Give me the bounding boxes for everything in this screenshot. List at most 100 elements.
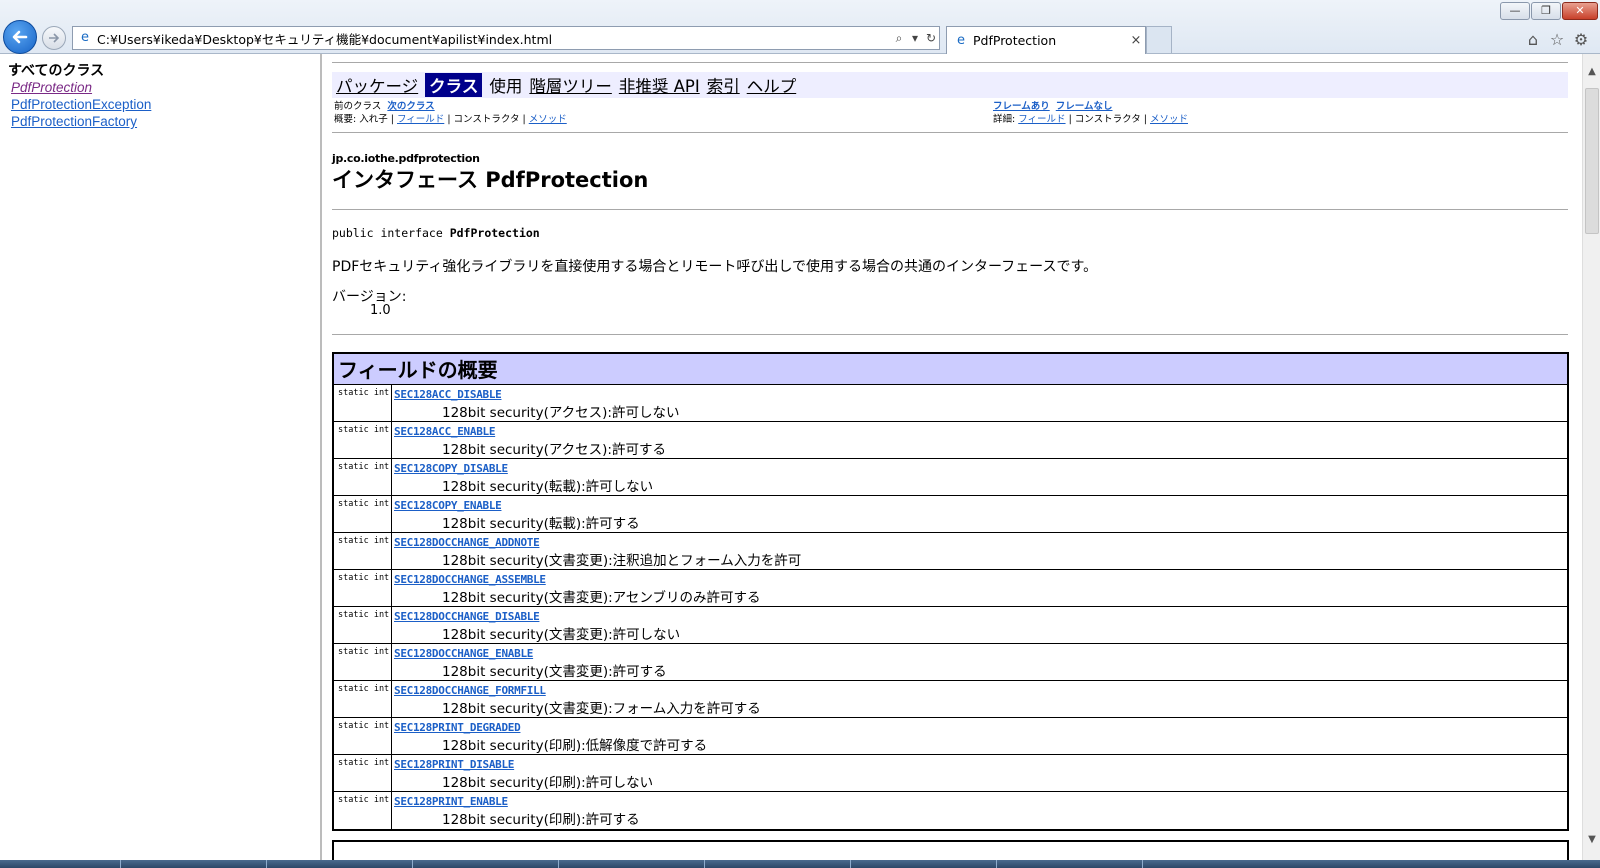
field-rows: static int SEC128ACC_DISABLE 128bit securi…	[334, 385, 1567, 829]
nav-class: クラス	[425, 73, 483, 97]
field-type: static int	[334, 681, 392, 717]
close-window-button[interactable]: ✕	[1562, 2, 1598, 20]
field-name-link[interactable]: SEC128DOCCHANGE_FORMFILL	[394, 684, 1565, 697]
field-name-link[interactable]: SEC128PRINT_DISABLE	[394, 758, 1565, 771]
field-name-link[interactable]: SEC128DOCCHANGE_ADDNOTE	[394, 536, 1565, 549]
table-row: static int SEC128DOCCHANGE_ENABLE 128bit s…	[334, 644, 1567, 681]
back-button[interactable]	[3, 20, 37, 54]
forward-button[interactable]	[42, 26, 66, 50]
summary-field-link[interactable]: フィールド	[397, 114, 444, 125]
scroll-down-icon[interactable]: ▼	[1583, 834, 1600, 845]
field-type: static int	[334, 496, 392, 532]
field-summary-table: フィールドの概要 static int SEC128ACC_DISABLE 128b…	[332, 352, 1569, 831]
table-row: static int SEC128COPY_DISABLE 128bit secur…	[334, 459, 1567, 496]
taskbar-button[interactable]	[120, 860, 266, 868]
scroll-thumb[interactable]	[1585, 88, 1599, 234]
field-name-link[interactable]: SEC128COPY_DISABLE	[394, 462, 1565, 475]
dropdown-icon[interactable]: ▾	[907, 31, 923, 45]
field-name-link[interactable]: SEC128PRINT_DEGRADED	[394, 721, 1565, 734]
summary-constructor: | コンストラクタ |	[447, 114, 526, 125]
nav-use: 使用	[489, 77, 523, 96]
refresh-icon[interactable]: ↻	[923, 31, 939, 45]
all-classes-heading: すべてのクラス	[8, 63, 105, 79]
arrow-left-icon	[12, 30, 28, 44]
field-description: 128bit security(文書変更):アセンブリのみ許可する	[442, 590, 761, 606]
field-name-link[interactable]: SEC128COPY_ENABLE	[394, 499, 1565, 512]
close-tab-icon[interactable]: ×	[1127, 33, 1145, 48]
table-row: static int SEC128ACC_ENABLE 128bit securit…	[334, 422, 1567, 459]
field-description: 128bit security(転載):許可する	[442, 516, 640, 532]
home-icon[interactable]: ⌂	[1524, 30, 1542, 49]
field-description: 128bit security(印刷):低解像度で許可する	[442, 738, 708, 754]
field-type: static int	[334, 644, 392, 680]
divider	[332, 209, 1568, 210]
tab-pdfprotection[interactable]: e PdfProtection ×	[946, 26, 1146, 54]
field-cell: SEC128PRINT_DEGRADED 128bit security(印刷):…	[392, 718, 1567, 754]
field-cell: SEC128PRINT_ENABLE 128bit security(印刷):許可…	[392, 792, 1567, 829]
table-row: static int SEC128DOCCHANGE_ADDNOTE 128bit …	[334, 533, 1567, 570]
table-row: static int SEC128DOCCHANGE_ASSEMBLE 128bit…	[334, 570, 1567, 607]
all-classes-frame: すべてのクラス PdfProtection PdfProtectionExcep…	[0, 54, 322, 860]
summary-label: 概要: 入れ子 |	[334, 114, 394, 125]
maximize-button[interactable]: ❐	[1531, 2, 1561, 20]
field-name-link[interactable]: SEC128DOCCHANGE_DISABLE	[394, 610, 1565, 623]
taskbar-button[interactable]	[704, 860, 850, 868]
address-text[interactable]: C:¥Users¥ikeda¥Desktop¥セキュリティ機能¥document…	[97, 29, 891, 48]
class-link-pdfprotection[interactable]: PdfProtection	[11, 80, 92, 95]
field-cell: SEC128PRINT_DISABLE 128bit security(印刷):許…	[392, 755, 1567, 791]
address-bar[interactable]: e C:¥Users¥ikeda¥Desktop¥セキュリティ機能¥docume…	[72, 26, 940, 50]
class-link-pdfprotectionexception[interactable]: PdfProtectionException	[11, 97, 151, 112]
divider	[332, 132, 1568, 133]
taskbar-button[interactable]	[1142, 860, 1288, 868]
class-link-pdfprotectionfactory[interactable]: PdfProtectionFactory	[11, 114, 137, 129]
nav-deprecated[interactable]: 非推奨 API	[619, 73, 700, 97]
taskbar-start[interactable]	[0, 860, 120, 868]
field-type: static int	[334, 570, 392, 606]
field-type: static int	[334, 755, 392, 791]
field-name-link[interactable]: SEC128DOCCHANGE_ASSEMBLE	[394, 573, 1565, 586]
field-description: 128bit security(文書変更):注釈追加とフォーム入力を許可	[442, 553, 802, 569]
nav-index[interactable]: 索引	[707, 73, 740, 97]
detail-label: 詳細:	[993, 114, 1016, 125]
doc-navbar: パッケージ クラス 使用 階層ツリー 非推奨 API 索引 ヘルプ	[332, 72, 1568, 98]
search-icon[interactable]: ⌕	[891, 31, 907, 46]
detail-constructor: | コンストラクタ |	[1068, 114, 1147, 125]
field-name-link[interactable]: SEC128ACC_ENABLE	[394, 425, 1565, 438]
summary-method-link[interactable]: メソッド	[529, 114, 567, 125]
nav-tree[interactable]: 階層ツリー	[529, 73, 612, 97]
gear-icon[interactable]: ⚙	[1572, 30, 1590, 49]
subnav-detail: 詳細: フィールド | コンストラクタ | メソッド	[993, 111, 1188, 125]
detail-field-link[interactable]: フィールド	[1018, 114, 1065, 125]
new-tab-button[interactable]	[1146, 26, 1172, 53]
field-name-link[interactable]: SEC128ACC_DISABLE	[394, 388, 1565, 401]
taskbar-button[interactable]	[558, 860, 704, 868]
minimize-button[interactable]: —	[1500, 2, 1530, 20]
star-icon[interactable]: ☆	[1548, 30, 1566, 49]
field-name-link[interactable]: SEC128PRINT_ENABLE	[394, 795, 1565, 808]
field-type: static int	[334, 718, 392, 754]
subnav-frames: フレームあり フレームなし	[993, 98, 1112, 112]
signature-name: PdfProtection	[449, 226, 540, 240]
field-description: 128bit security(文書変更):許可しない	[442, 627, 681, 643]
detail-method-link[interactable]: メソッド	[1150, 114, 1188, 125]
taskbar-button[interactable]	[412, 860, 558, 868]
vertical-scrollbar[interactable]: ▲ ▼	[1582, 54, 1600, 860]
field-description: 128bit security(アクセス):許可する	[442, 442, 666, 458]
table-row: static int SEC128PRINT_DISABLE 128bit secu…	[334, 755, 1567, 792]
divider	[332, 334, 1568, 335]
taskbar-button[interactable]	[850, 860, 996, 868]
taskbar-button[interactable]	[266, 860, 412, 868]
field-cell: SEC128DOCCHANGE_FORMFILL 128bit security(…	[392, 681, 1567, 717]
taskbar-button[interactable]	[996, 860, 1142, 868]
nav-package[interactable]: パッケージ	[336, 73, 418, 97]
field-description: 128bit security(印刷):許可する	[442, 812, 640, 828]
nav-help[interactable]: ヘルプ	[747, 73, 797, 97]
table-row: static int SEC128DOCCHANGE_FORMFILL 128bit…	[334, 681, 1567, 718]
field-cell: SEC128DOCCHANGE_ASSEMBLE 128bit security(…	[392, 570, 1567, 606]
scroll-up-icon[interactable]: ▲	[1583, 66, 1600, 77]
interface-signature: public interface PdfProtection	[332, 226, 540, 240]
field-type: static int	[334, 459, 392, 495]
field-type: static int	[334, 607, 392, 643]
field-name-link[interactable]: SEC128DOCCHANGE_ENABLE	[394, 647, 1565, 660]
page-title: インタフェース PdfProtection	[332, 168, 649, 192]
